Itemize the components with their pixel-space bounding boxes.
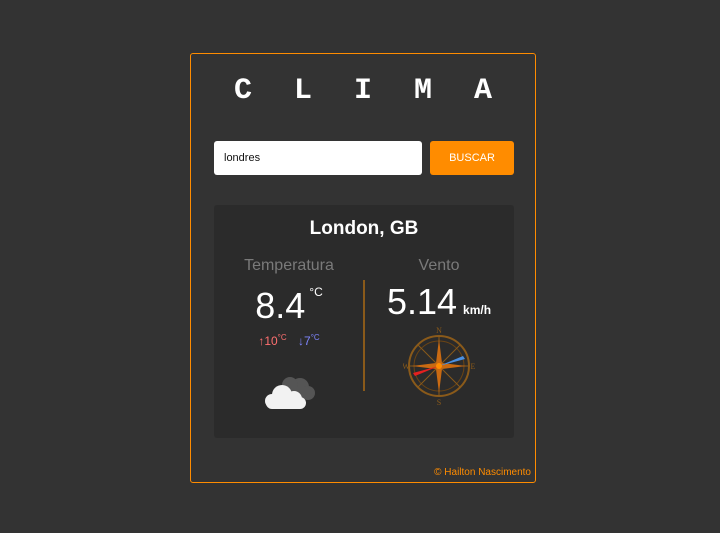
wind-label: Vento: [418, 257, 460, 274]
compass-south-label: S: [437, 398, 441, 407]
compass-west-label: W: [403, 362, 410, 371]
temperature-unit: °C: [309, 285, 323, 299]
wind-display: 5.14 km/h: [364, 281, 514, 323]
temperature-value: 8.4: [255, 285, 306, 326]
footer-credit: © Hailton Nascimento: [434, 467, 531, 478]
city-name: London, GB: [309, 218, 419, 239]
compass-east-label: E: [471, 362, 475, 371]
min-temperature: ↓7°C: [298, 333, 320, 348]
temperature-range: ↑10°C ↓7°C: [214, 333, 364, 348]
compass-icon: N S E W: [403, 326, 475, 407]
max-temperature: ↑10°C: [258, 333, 287, 348]
app-title: C L I M A: [233, 74, 505, 108]
search-button[interactable]: BUSCAR: [430, 141, 514, 175]
wind-value: 5.14: [386, 281, 458, 322]
temperature-label: Temperatura: [244, 257, 334, 274]
min-temperature-unit: °C: [310, 333, 320, 342]
temperature-display: 8.4 °C: [214, 285, 364, 327]
wind-unit: km/h: [463, 303, 492, 317]
cloud-icon: [265, 377, 315, 409]
min-temperature-value: 7: [304, 334, 311, 348]
max-temperature-unit: °C: [277, 333, 287, 342]
max-temperature-value: 10: [264, 334, 278, 348]
weather-card: C L I M A BUSCAR London, GB Temperatura …: [190, 53, 536, 483]
city-search-input[interactable]: [214, 141, 422, 175]
compass-north-label: N: [436, 326, 442, 335]
weather-result-panel: London, GB Temperatura Vento 8.4 °C ↑10°C…: [214, 205, 514, 438]
